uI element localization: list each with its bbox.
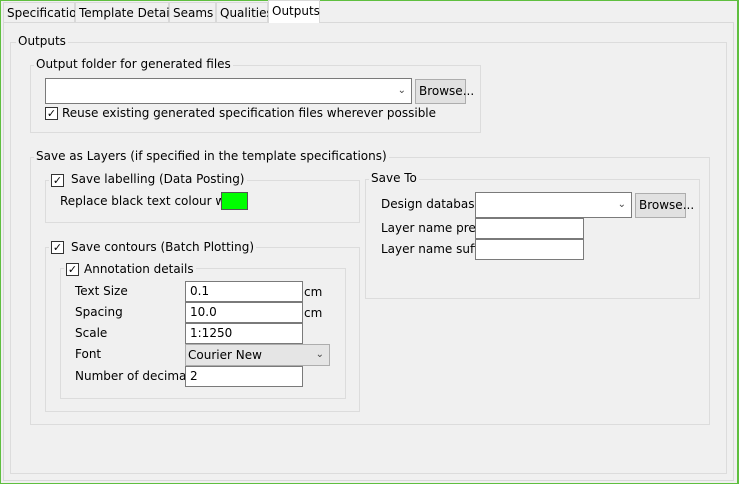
design-database-browse-button[interactable]: Browse... [635, 193, 694, 218]
save-labelling-checkbox[interactable]: ✓ [51, 174, 64, 187]
font-label: Font [75, 347, 102, 361]
reuse-checkbox[interactable]: ✓ [45, 107, 58, 120]
tab-outputs[interactable]: Outputs [268, 0, 320, 23]
tab-seams[interactable]: Seams [169, 2, 216, 23]
text-size-input[interactable]: 0.1 [185, 281, 303, 302]
output-folder-browse-button[interactable]: Browse... [415, 79, 474, 104]
spacing-unit: cm [304, 306, 323, 320]
font-select[interactable]: Courier New ⌄ [185, 344, 330, 366]
chevron-down-icon[interactable]: ⌄ [618, 199, 626, 210]
decimals-input[interactable]: 2 [185, 366, 303, 387]
layer-suffix-input[interactable] [475, 239, 584, 260]
font-value: Courier New [188, 348, 262, 362]
outputs-group-title: Outputs [16, 34, 68, 48]
replace-colour-label: Replace black text colour with: [60, 194, 245, 208]
spacing-input[interactable]: 10.0 [185, 302, 303, 323]
scale-label: Scale [75, 326, 108, 340]
annotation-details-checkbox[interactable]: ✓ [66, 263, 79, 276]
save-contours-title: Save contours (Batch Plotting) [49, 240, 257, 254]
chevron-down-icon[interactable]: ⌄ [398, 85, 406, 96]
save-to-title: Save To [369, 171, 419, 185]
decimals-label: Number of decimals [75, 369, 196, 383]
tab-specification[interactable]: Specification [3, 2, 84, 23]
output-folder-title: Output folder for generated files [34, 57, 233, 71]
save-labelling-title: Save labelling (Data Posting) [49, 172, 247, 186]
design-database-label: Design database [381, 197, 482, 211]
save-contours-checkbox[interactable]: ✓ [51, 241, 64, 254]
replace-colour-swatch[interactable] [221, 192, 248, 210]
tab-template-details[interactable]: Template Details [75, 2, 179, 23]
save-as-layers-title: Save as Layers (if specified in the temp… [34, 149, 389, 163]
output-folder-combo[interactable]: ⌄ [45, 78, 412, 104]
tab-qualities[interactable]: Qualities [216, 2, 273, 23]
layer-suffix-label: Layer name suffix [381, 242, 489, 256]
spacing-label: Spacing [75, 305, 123, 319]
text-size-label: Text Size [75, 284, 128, 298]
layer-prefix-input[interactable] [475, 218, 584, 239]
text-size-unit: cm [304, 285, 323, 299]
annotation-details-title: Annotation details [64, 262, 196, 276]
reuse-label: Reuse existing generated specification f… [62, 106, 437, 120]
scale-input[interactable]: 1:1250 [185, 323, 303, 344]
chevron-down-icon[interactable]: ⌄ [316, 349, 324, 360]
design-database-combo[interactable]: ⌄ [475, 192, 632, 218]
